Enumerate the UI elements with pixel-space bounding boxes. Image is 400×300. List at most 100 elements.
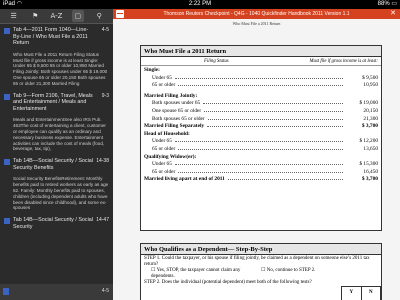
- result-title[interactable]: Tab 14B—Social Security / Social Securit…: [13, 158, 109, 171]
- table-column-headers: Filing Status Must file if gross income …: [141, 57, 381, 66]
- row-label: Married living apart at end of 2011: [144, 176, 225, 183]
- row-amount: 13,650: [363, 145, 378, 152]
- row-amount: 21,300: [363, 115, 378, 122]
- row-amount: $ 3,700: [361, 123, 378, 130]
- table-row: Married Filing Jointly:: [144, 93, 378, 101]
- column-n: N: [362, 287, 381, 300]
- list-item[interactable]: Tab 14B—Social Security / Social Securit…: [0, 158, 113, 217]
- result-title[interactable]: Tab 14B—Social Security / Social Securit…: [13, 217, 109, 230]
- sort-az-icon[interactable]: A-Z: [50, 10, 62, 22]
- row-amount: $ 12,200: [359, 138, 378, 145]
- table-row: Both spouses 65 or older 21,300: [144, 116, 378, 124]
- sidebar-footer: 4-5: [0, 284, 113, 300]
- document-viewer: Thomson Reuters Checkpoint - Q4G - 1040 …: [113, 9, 400, 300]
- row-label: Qualifying Widow(er):: [144, 153, 197, 160]
- result-page: 4-5: [101, 27, 109, 33]
- table-row: Under 65 $ 15,300: [144, 161, 378, 169]
- results-list: Tab 4—2011 Form 1040—Line-By-Line / Who …: [0, 24, 113, 284]
- status-time: 2:22 PM: [188, 1, 212, 7]
- steps-heading: Who Qualifies as a Dependent— Step-By-St…: [141, 244, 381, 255]
- step-2-text: STEP 2. Does the individual (potential d…: [144, 280, 312, 285]
- leader-dots: [207, 118, 343, 120]
- row-label: 65 or older: [152, 145, 176, 152]
- running-header: Who Must File a 2011 Return: [232, 21, 281, 26]
- ios-status-bar: iPad ◠ 2:22 PM 88% ▭: [0, 0, 400, 9]
- row-amount: $ 3,700: [361, 176, 378, 183]
- table-row: Single:: [144, 67, 378, 75]
- result-marker-icon: [4, 93, 10, 100]
- result-title[interactable]: Tab 9—Form 2106, Travel, Meals and Enter…: [13, 93, 109, 113]
- table-row: One spouse 65 or older 20,150: [144, 108, 378, 116]
- row-amount: $ 19,000: [359, 100, 378, 107]
- leader-dots: [207, 126, 343, 128]
- row-label: 65 or older: [152, 168, 176, 175]
- viewer-titlebar: Thomson Reuters Checkpoint - Q4G - 1040 …: [113, 9, 400, 19]
- row-label: Married Filing Separately: [144, 123, 205, 130]
- row-label: Head of Household:: [144, 130, 190, 137]
- leader-dots: [178, 85, 343, 87]
- list-item[interactable]: Tab 4—2011 Form 1040—Line-By-Line / Who …: [0, 27, 113, 93]
- row-label: Both spouses under 65: [152, 100, 201, 107]
- result-snippet: Social Security BenefitsRetirement: Mont…: [13, 176, 109, 211]
- row-label: One spouse 65 or older: [152, 107, 202, 114]
- column-filing-status: Filing Status: [204, 59, 229, 64]
- step-1-text: STEP 1. Could the taxpayer, or his spous…: [144, 256, 370, 267]
- current-page-number: 4-5: [101, 288, 109, 294]
- choice-no[interactable]: ☐ No, continue to STEP 2.: [261, 268, 371, 280]
- row-label: Under 65: [152, 74, 172, 81]
- leader-dots: [178, 171, 343, 173]
- page-view-icon[interactable]: ▢: [71, 10, 84, 22]
- row-label: Under 65: [152, 161, 172, 168]
- who-must-file-table: Who Must File a 2011 Return Filing Statu…: [140, 45, 382, 231]
- column-gross-income: Must file if gross income is at least:: [309, 59, 378, 64]
- leader-dots: [174, 141, 343, 143]
- table-row: Married Filing Separately $ 3,700: [144, 123, 378, 131]
- result-title[interactable]: Tab 4—2011 Form 1040—Line-By-Line / Who …: [13, 27, 109, 47]
- close-icon[interactable]: ✕: [390, 10, 396, 18]
- result-marker-icon: [4, 159, 10, 166]
- leader-dots: [174, 164, 343, 166]
- row-label: 65 or older: [152, 82, 176, 89]
- list-item[interactable]: Tab 14B—Social Security / Social Securit…: [0, 217, 113, 236]
- row-label: Both spouses 65 or older: [152, 115, 205, 122]
- dependent-steps-box: Who Qualifies as a Dependent— Step-By-St…: [140, 243, 382, 300]
- table-row: 65 or older 16,450: [144, 169, 378, 177]
- result-page: 14-38: [96, 158, 109, 165]
- row-label: Married Filing Jointly:: [144, 92, 198, 99]
- bookmark-icon[interactable]: ⚑: [29, 10, 41, 22]
- leader-dots: [204, 110, 343, 112]
- result-page: 14-47: [96, 217, 109, 224]
- table-row: Both spouses under 65 $ 19,000: [144, 100, 378, 108]
- table-row: Head of Household:: [144, 131, 378, 139]
- row-amount: 20,150: [363, 107, 378, 114]
- choice-yes[interactable]: ☐ Yes, STOP, the taxpayer cannot claim a…: [151, 268, 261, 280]
- battery-icon: ▭: [391, 1, 397, 7]
- leader-dots: [178, 148, 343, 150]
- table-body: Single: Under 65 $ 9,500 65 or older 10,950 M…: [141, 66, 381, 185]
- document-page[interactable]: Who Must File a 2011 Return Who Must Fil…: [113, 19, 400, 300]
- result-page: 9-3: [101, 92, 109, 99]
- row-amount: $ 9,500: [362, 74, 378, 81]
- table-row: 65 or older 13,650: [144, 146, 378, 154]
- row-label: Under 65: [152, 138, 172, 145]
- viewer-title: Thomson Reuters Checkpoint - Q4G - 1040 …: [163, 11, 350, 17]
- column-y: Y: [342, 287, 362, 300]
- list-icon[interactable]: ☰: [8, 10, 20, 22]
- row-amount: 10,950: [363, 82, 378, 89]
- table-row: Under 65 $ 12,200: [144, 138, 378, 146]
- result-marker-icon: [4, 28, 10, 34]
- table-row: 65 or older 10,950: [144, 82, 378, 90]
- result-snippet: Who Must File a 2011 Return Filing Statu…: [13, 51, 108, 86]
- list-item[interactable]: Tab 9—Form 2106, Travel, Meals and Enter…: [0, 93, 113, 159]
- result-snippet: Meals and EntertainmentSee also IRS Pub.…: [13, 117, 106, 152]
- leader-dots: [227, 179, 343, 181]
- search-results-sidebar: ☰ ⚑ A-Z ▢ ⚲ Tab 4—2011 Form 1040—Line-By…: [0, 9, 113, 300]
- page-marker-icon: [3, 288, 9, 295]
- leader-dots: [203, 103, 343, 105]
- search-icon[interactable]: ⚲: [93, 10, 105, 22]
- yes-no-columns: Y N: [341, 286, 381, 300]
- table-row: Under 65 $ 9,500: [144, 75, 378, 83]
- result-marker-icon: [4, 218, 10, 225]
- sidebar-toolbar: ☰ ⚑ A-Z ▢ ⚲: [0, 9, 113, 24]
- step-1-choices: ☐ Yes, STOP, the taxpayer cannot claim a…: [141, 268, 381, 280]
